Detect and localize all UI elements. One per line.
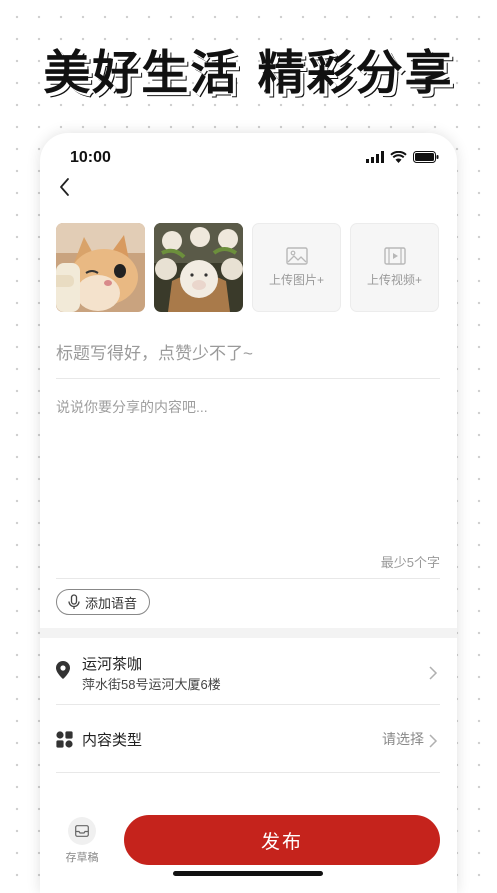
phone-frame: 10:00 上传图片+ 上传视频+ 标题写得好，点赞少不了~ 说说你要分享的内容…	[40, 133, 457, 893]
location-address: 萍水街58号运河大厦6楼	[82, 677, 221, 692]
divider	[56, 704, 440, 705]
divider	[56, 772, 440, 773]
uploaded-image-piglets[interactable]	[154, 223, 243, 312]
status-time: 10:00	[70, 149, 111, 166]
location-pin-icon	[56, 661, 70, 679]
add-voice-label: 添加语音	[85, 595, 138, 611]
signal-icon	[366, 151, 384, 163]
chevron-right-icon	[429, 734, 438, 748]
upload-video-slot[interactable]: 上传视频+	[350, 223, 439, 312]
battery-icon	[413, 151, 439, 163]
upload-image-label: 上传图片+	[268, 273, 324, 287]
status-bar: 10:00	[40, 133, 457, 181]
min-chars-hint: 最少5个字	[380, 555, 440, 570]
media-upload-row: 上传图片+ 上传视频+	[56, 223, 439, 312]
video-icon	[383, 247, 406, 265]
home-indicator	[173, 871, 323, 876]
upload-video-label: 上传视频+	[366, 273, 422, 287]
draft-icon-wrap	[68, 817, 96, 845]
upload-image-slot[interactable]: 上传图片+	[252, 223, 341, 312]
wifi-icon	[390, 151, 407, 163]
location-name: 运河茶咖	[82, 656, 143, 673]
image-icon	[285, 247, 308, 265]
promo-banner-title: 美好生活 精彩分享	[43, 46, 454, 101]
section-separator	[40, 628, 457, 638]
chevron-right-icon	[429, 666, 438, 680]
title-input[interactable]: 标题写得好，点赞少不了~	[56, 339, 253, 364]
back-arrow-icon[interactable]	[54, 175, 78, 199]
cat-image-icon	[56, 223, 145, 312]
inbox-icon	[75, 825, 89, 837]
divider	[56, 378, 440, 379]
category-icon	[56, 731, 73, 748]
content-textarea[interactable]: 说说你要分享的内容吧...	[56, 397, 208, 417]
location-row[interactable]: 运河茶咖 萍水街58号运河大厦6楼	[56, 651, 440, 699]
publish-button[interactable]: 发布	[124, 815, 440, 865]
save-draft-label: 存草稿	[65, 852, 99, 864]
save-draft-button[interactable]: 存草稿	[62, 817, 102, 865]
add-voice-button[interactable]: 添加语音	[56, 589, 151, 615]
divider	[56, 578, 440, 579]
content-type-row[interactable]: 内容类型 请选择	[56, 727, 440, 753]
status-icons	[366, 151, 439, 163]
content-type-value: 请选择	[382, 731, 424, 747]
uploaded-image-cat[interactable]	[56, 223, 145, 312]
microphone-icon	[68, 594, 80, 609]
content-type-label: 内容类型	[82, 732, 143, 749]
piglet-image-icon	[154, 223, 243, 312]
